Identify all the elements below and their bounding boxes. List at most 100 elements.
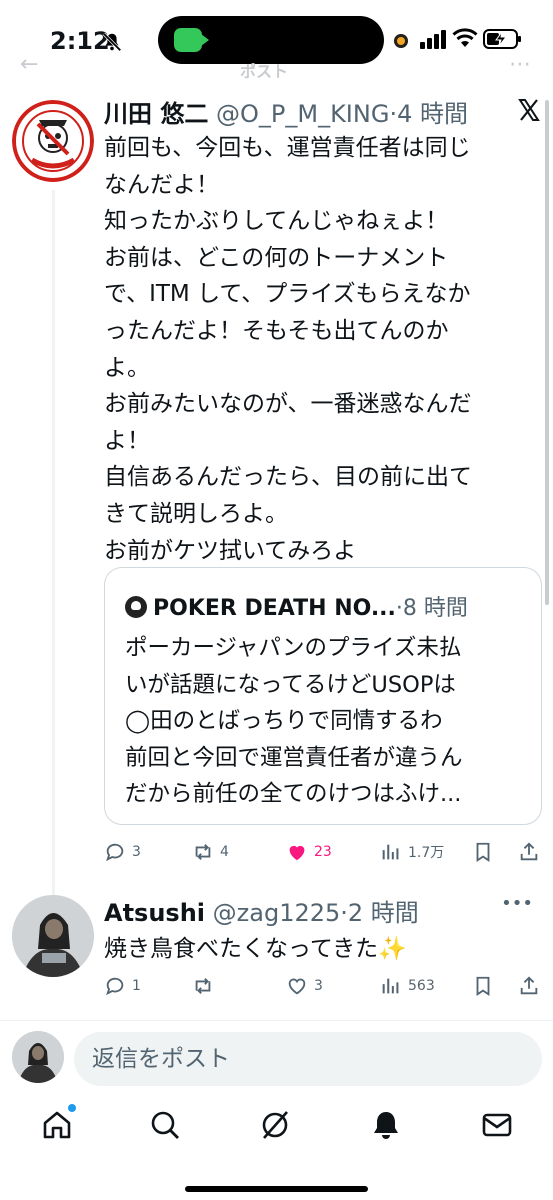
- bookmark-button[interactable]: [472, 837, 500, 867]
- bell-off-icon: [102, 32, 122, 52]
- more-options-icon[interactable]: ⋯: [509, 52, 531, 77]
- repost-button[interactable]: 4: [192, 837, 229, 867]
- views-icon: [382, 978, 399, 994]
- bell-filled-icon: [374, 1112, 398, 1139]
- top-nav: ← ポスト ⋯: [0, 52, 553, 82]
- heart-icon: [288, 978, 306, 995]
- nav-notifications[interactable]: [369, 1108, 403, 1142]
- like-button[interactable]: 23: [286, 837, 332, 867]
- author-handle[interactable]: @O_P_M_KING: [216, 100, 389, 128]
- reply-button[interactable]: 1: [104, 971, 141, 1001]
- views-button[interactable]: 1.7万: [380, 837, 444, 867]
- tweet-line: お前がケツ拭いてみろよ: [104, 537, 357, 564]
- privacy-indicator-icon: [394, 34, 408, 48]
- quote-time: ·8 時間: [395, 596, 468, 621]
- repost-icon: [195, 978, 211, 994]
- notification-dot: [68, 1104, 76, 1112]
- author-row: 川田 悠二 @O_P_M_KING·4 時間: [104, 94, 544, 130]
- reply-icon: [106, 977, 124, 996]
- repost-button[interactable]: [192, 971, 220, 1001]
- tweet-line: 知ったかぶりしてんじゃねぇよ！: [104, 208, 449, 235]
- reply-count: 1: [132, 978, 141, 994]
- author-name[interactable]: 川田 悠二: [104, 100, 208, 128]
- main-tweet-actions: 3 4 23 1.7万: [104, 837, 544, 867]
- views-count: 1.7万: [408, 845, 445, 861]
- reply-icon: [106, 843, 124, 862]
- reply-compose-input[interactable]: [74, 1032, 542, 1086]
- like-count: 3: [314, 978, 323, 994]
- back-arrow-icon[interactable]: ←: [20, 52, 38, 77]
- quoted-tweet-card[interactable]: POKER DEATH NO...·8 時間 ポーカージャパンのプライズ未払 い…: [104, 567, 542, 825]
- share-icon: [520, 842, 538, 861]
- tweet-line: 前回も、今回も、運営責任者は同じ: [104, 135, 471, 161]
- mail-icon: [482, 1113, 512, 1137]
- reply-count: 3: [132, 844, 141, 860]
- quote-author-name: POKER DEATH NO...: [153, 596, 396, 621]
- bottom-nav: [0, 1096, 553, 1156]
- battery-charging-icon: [483, 29, 521, 49]
- reply-author-name[interactable]: Atsushi: [104, 899, 205, 927]
- tweet-line: よ。: [104, 354, 150, 381]
- quote-header: POKER DEATH NO...·8 時間: [125, 590, 525, 622]
- tweet-line: お前は、どこの何のトーナメント: [104, 244, 449, 271]
- divider: [0, 1020, 553, 1021]
- tweet-line: よ！: [104, 427, 150, 454]
- opm-family-logo-icon: [12, 100, 94, 182]
- tweet-line: 自信あるんだったら、目の前に出て: [104, 464, 472, 491]
- nav-search[interactable]: [148, 1108, 182, 1142]
- tweet-line: お前みたいなのが、一番迷惑なんだ: [104, 391, 472, 418]
- reply-author-handle[interactable]: @zag1225: [213, 899, 341, 927]
- author-avatar[interactable]: [12, 100, 94, 182]
- scrollbar[interactable]: [545, 100, 549, 605]
- quote-line: ◯田のとばっちりで同情するわ: [125, 708, 443, 734]
- reply-actions: 1 3 563: [104, 971, 544, 1001]
- quote-line: だから前任の全てのけつはふけ...: [125, 781, 462, 807]
- tweet-text: 前回も、今回も、運営責任者は同じ なんだよ！ 知ったかぶりしてんじゃねぇよ！ お…: [104, 130, 534, 569]
- views-icon: [382, 844, 399, 860]
- repost-count: 4: [220, 844, 229, 860]
- thread-line: [52, 190, 55, 970]
- views-count: 563: [408, 978, 435, 994]
- reply-button[interactable]: 3: [104, 837, 141, 867]
- grok-icon: [262, 1111, 288, 1139]
- post-time: ·4 時間: [389, 100, 468, 128]
- quote-line: 前回と今回で運営責任者が違うん: [125, 744, 463, 771]
- cellular-signal-icon: [420, 30, 446, 49]
- nav-home[interactable]: [40, 1104, 76, 1142]
- share-icon: [520, 976, 538, 995]
- share-button[interactable]: [518, 837, 546, 867]
- reply-header: Atsushi @zag1225·2 時間: [104, 893, 484, 928]
- wifi-icon: [452, 28, 478, 47]
- reply-avatar[interactable]: [12, 895, 94, 977]
- bookmark-icon: [476, 842, 490, 862]
- x-logo-icon: [518, 99, 540, 121]
- tweet-line: なんだよ！: [104, 171, 219, 198]
- reply-text: 焼き鳥食べたくなってきた✨: [104, 936, 407, 962]
- skull-icon: [125, 596, 147, 618]
- quote-line: いが話題になってるけどUSOPは: [125, 671, 456, 698]
- heart-filled-icon: [289, 845, 305, 861]
- nav-grok[interactable]: [258, 1108, 292, 1142]
- quote-text: ポーカージャパンのプライズ未払 いが話題になってるけどUSOPは ◯田のとばっち…: [125, 630, 525, 813]
- user-photo-icon: [12, 1031, 64, 1083]
- user-photo-icon: [12, 895, 94, 977]
- views-button[interactable]: 563: [380, 971, 435, 1001]
- reply-time: ·2 時間: [340, 899, 419, 927]
- home-icon: [43, 1111, 71, 1139]
- tweet-line: で、ITM して、プライズもらえなか: [104, 281, 471, 308]
- like-count: 23: [314, 844, 332, 860]
- home-indicator[interactable]: [185, 1186, 368, 1192]
- bookmark-icon: [476, 976, 490, 996]
- tweet-line: ったんだよ！そもそも出てんのか: [104, 317, 449, 344]
- share-button[interactable]: [518, 971, 546, 1001]
- reply-more-icon[interactable]: •••: [501, 893, 533, 914]
- bookmark-button[interactable]: [472, 971, 500, 1001]
- page-title: ポスト: [240, 62, 289, 81]
- nav-messages[interactable]: [480, 1108, 514, 1142]
- facetime-camera-icon: [174, 28, 209, 52]
- quote-line: ポーカージャパンのプライズ未払: [125, 635, 462, 661]
- my-avatar[interactable]: [12, 1031, 64, 1083]
- tweet-line: きて説明しろよ。: [104, 500, 288, 527]
- like-button[interactable]: 3: [286, 971, 323, 1001]
- repost-icon: [195, 844, 211, 860]
